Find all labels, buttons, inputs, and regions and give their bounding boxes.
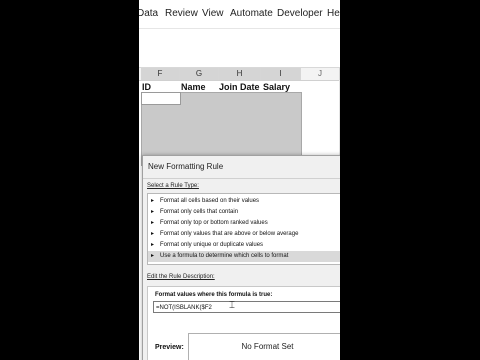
column-headers: F G H I J xyxy=(139,68,340,81)
rule-type-item[interactable]: ▸ Format only unique or duplicate values xyxy=(148,240,340,251)
rule-type-list[interactable]: ▸ Format all cells based on their values … xyxy=(147,193,340,265)
arrow-icon: ▸ xyxy=(151,220,155,226)
active-cell[interactable] xyxy=(141,92,181,105)
column-header-h[interactable]: H xyxy=(219,68,261,80)
header-cell-join-date[interactable]: Join Date xyxy=(219,82,260,92)
column-header-j[interactable]: J xyxy=(301,68,340,80)
gridline xyxy=(339,80,340,160)
rule-type-item[interactable]: ▸ Format only top or bottom ranked values xyxy=(148,218,340,229)
dialog-title: New Formatting Rule xyxy=(148,162,224,171)
arrow-icon: ▸ xyxy=(151,198,155,204)
ribbon-tab-bar: Data Review View Automate Developer Help xyxy=(139,0,340,29)
rule-type-label: Select a Rule Type: xyxy=(147,183,199,189)
rule-type-item-selected[interactable]: ▸ Use a formula to determine which cells … xyxy=(148,251,340,262)
preview-box: No Format Set xyxy=(188,333,340,360)
preview-label: Preview: xyxy=(155,344,184,351)
tab-help[interactable]: Help xyxy=(327,8,340,19)
rule-description-panel: Format values where this formula is true… xyxy=(147,286,340,360)
arrow-icon: ▸ xyxy=(151,253,155,259)
tab-view[interactable]: View xyxy=(202,8,224,19)
header-cell-id[interactable]: ID xyxy=(142,82,151,92)
title-divider xyxy=(143,178,340,179)
ribbon-body xyxy=(139,29,340,68)
spreadsheet-grid: F G H I J ID Name Join Date Salary xyxy=(139,68,340,166)
preview-text: No Format Set xyxy=(241,342,294,351)
formula-label: Format values where this formula is true… xyxy=(155,292,273,298)
formula-input[interactable]: =NOT(ISBLANK($F2 xyxy=(153,301,340,313)
excel-window: Data Review View Automate Developer Help… xyxy=(139,0,340,360)
rule-type-item[interactable]: ▸ Format only cells that contain xyxy=(148,207,340,218)
rule-type-item[interactable]: ▸ Format only values that are above or be… xyxy=(148,229,340,240)
column-header-i[interactable]: I xyxy=(261,68,301,80)
column-header-f[interactable]: F xyxy=(141,68,180,80)
arrow-icon: ▸ xyxy=(151,242,155,248)
arrow-icon: ▸ xyxy=(151,209,155,215)
edit-rule-description-label: Edit the Rule Description: xyxy=(147,274,215,280)
header-cell-name[interactable]: Name xyxy=(181,82,206,92)
tab-data[interactable]: Data xyxy=(139,8,158,19)
tab-developer[interactable]: Developer xyxy=(277,8,323,19)
arrow-icon: ▸ xyxy=(151,231,155,237)
tab-review[interactable]: Review xyxy=(165,8,198,19)
column-header-g[interactable]: G xyxy=(180,68,219,80)
tab-automate[interactable]: Automate xyxy=(230,8,273,19)
text-cursor-icon: ⌶ xyxy=(229,300,235,311)
header-cell-salary[interactable]: Salary xyxy=(263,82,290,92)
new-formatting-rule-dialog: New Formatting Rule Select a Rule Type: … xyxy=(142,155,340,360)
rule-type-item[interactable]: ▸ Format all cells based on their values xyxy=(148,196,340,207)
